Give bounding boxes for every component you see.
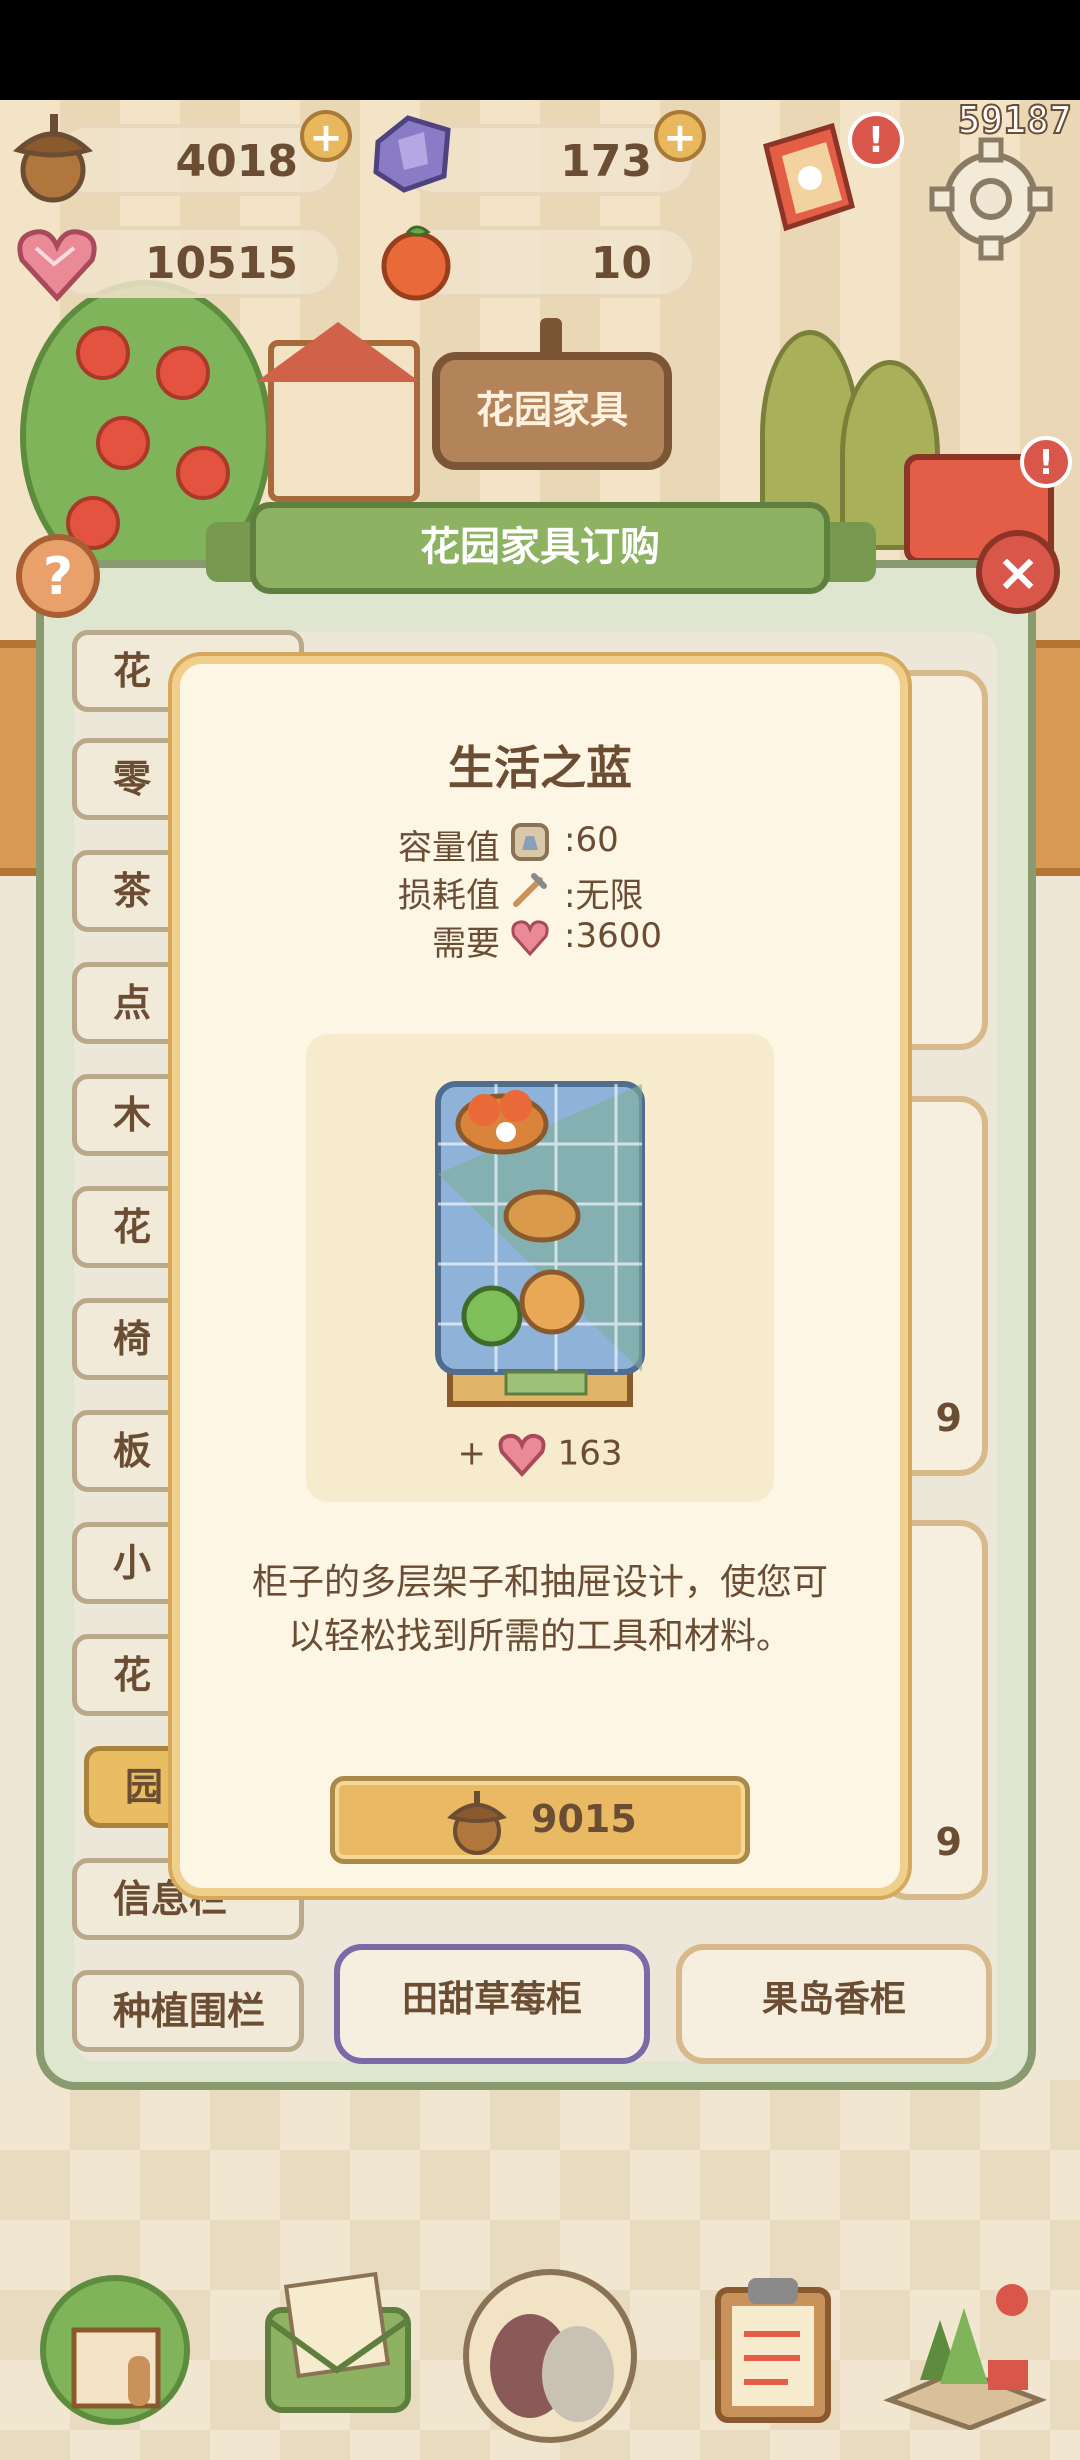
acorn-count: 4018	[175, 136, 298, 187]
wear-label: 损耗值	[398, 876, 500, 916]
wear-value: :无限	[564, 876, 644, 916]
paw-nav-button[interactable]	[460, 2266, 640, 2446]
description-line-2: 以轻松找到所需的工具和材料。	[287, 1616, 792, 1657]
heart-gem-icon	[510, 918, 550, 958]
description-line-1: 柜子的多层架子和抽屉设计，使您可	[251, 1562, 828, 1603]
buy-price: 9015	[531, 1797, 637, 1841]
status-bar	[0, 0, 1080, 100]
gear-icon[interactable]	[926, 134, 1056, 264]
item-card[interactable]: 果岛香柜	[676, 1944, 992, 2064]
need-label: 需要	[432, 924, 500, 964]
tool-icon	[510, 870, 550, 910]
gift-notification-badge: !	[1020, 436, 1072, 488]
heart-bonus: + 163	[180, 1432, 900, 1478]
home-nav-button[interactable]	[30, 2260, 200, 2430]
heart-gem-icon	[497, 1432, 547, 1478]
add-gem-button[interactable]: +	[654, 110, 706, 162]
acorn-icon	[445, 1787, 509, 1859]
item-price: 9	[935, 1820, 962, 1864]
item-description: 柜子的多层架子和抽屉设计，使您可 以轻松找到所需的工具和材料。	[220, 1556, 860, 1664]
orange-icon	[374, 218, 458, 308]
bonus-value: 163	[557, 1433, 623, 1474]
item-title: 田甜草莓柜	[401, 1979, 582, 2020]
map-nav-button[interactable]	[880, 2260, 1050, 2431]
panel-title: 花园家具订购	[250, 502, 830, 594]
birdhouse-roof	[256, 322, 420, 382]
clipboard-nav-button[interactable]	[688, 2260, 858, 2430]
gem-count: 173	[560, 136, 652, 187]
capacity-icon	[510, 822, 550, 862]
add-acorn-button[interactable]: +	[300, 110, 352, 162]
bonus-prefix: +	[457, 1433, 486, 1474]
item-card[interactable]: 田甜草莓柜	[334, 1944, 650, 2064]
acorn-icon	[8, 108, 98, 208]
mail-nav-button[interactable]	[252, 2260, 422, 2430]
heart-gem-icon	[14, 224, 100, 308]
heart-count: 10515	[144, 238, 298, 289]
item-price: 9	[935, 1396, 962, 1440]
category-tab[interactable]: 种植围栏	[72, 1970, 304, 2052]
shop-sign: 花园家具	[432, 352, 672, 470]
item-detail-dialog: 生活之蓝 容量值 :60 损耗值 :无限 需要 :3600 + 163 柜子的多…	[172, 656, 908, 1896]
cabinet-illustration	[435, 1081, 645, 1407]
capacity-label: 容量值	[398, 828, 500, 868]
need-value: :3600	[564, 916, 662, 956]
notification-badge: !	[848, 112, 904, 168]
buy-button[interactable]: 9015	[330, 1776, 750, 1864]
orange-count: 10	[590, 238, 652, 289]
crystal-icon	[368, 112, 456, 200]
help-button[interactable]: ?	[16, 534, 100, 618]
capacity-value: :60	[564, 820, 619, 860]
item-name: 生活之蓝	[448, 741, 632, 795]
close-button[interactable]: ×	[976, 530, 1060, 614]
item-title: 果岛香柜	[761, 1979, 906, 2020]
coordinate-counter: 59187	[957, 97, 1073, 143]
